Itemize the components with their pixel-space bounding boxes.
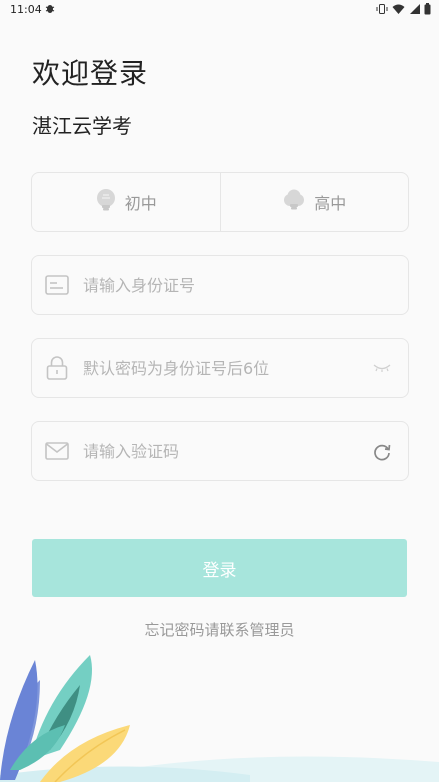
wifi-icon [392,3,405,18]
signal-icon [409,3,420,18]
battery-icon [424,3,431,18]
app-name: 湛江云学考 [32,114,132,138]
leaves-illustration [0,655,439,782]
level-option-junior[interactable]: 初中 [32,173,220,231]
cloud-lightbulb-icon [282,188,306,216]
lightbulb-icon [95,188,117,216]
mail-icon [45,439,69,463]
page-title: 欢迎登录 [32,57,149,90]
login-screen: 11:04 欢迎登录 湛江云学考 初中 高中 请输入身份证号 请输入验证码 登录… [0,0,439,782]
id-number-field [31,255,409,315]
lock-icon [45,356,69,380]
status-time: 11:04 [10,3,42,16]
bug-icon [44,2,56,17]
level-selector: 初中 高中 [31,172,409,232]
vibrate-icon [376,3,388,18]
id-card-icon [45,273,69,297]
level-label-junior: 初中 [124,194,157,213]
password-field [31,338,409,398]
status-bar: 11:04 [0,0,439,20]
captcha-input[interactable] [81,440,370,462]
eye-closed-icon[interactable] [370,356,394,380]
level-label-senior: 高中 [314,194,347,213]
password-input[interactable] [81,357,370,379]
level-option-senior[interactable]: 高中 [219,173,409,231]
refresh-icon[interactable] [370,439,394,463]
captcha-field [31,421,409,481]
login-button[interactable]: 登录 [32,539,407,597]
id-number-input[interactable] [81,274,408,296]
